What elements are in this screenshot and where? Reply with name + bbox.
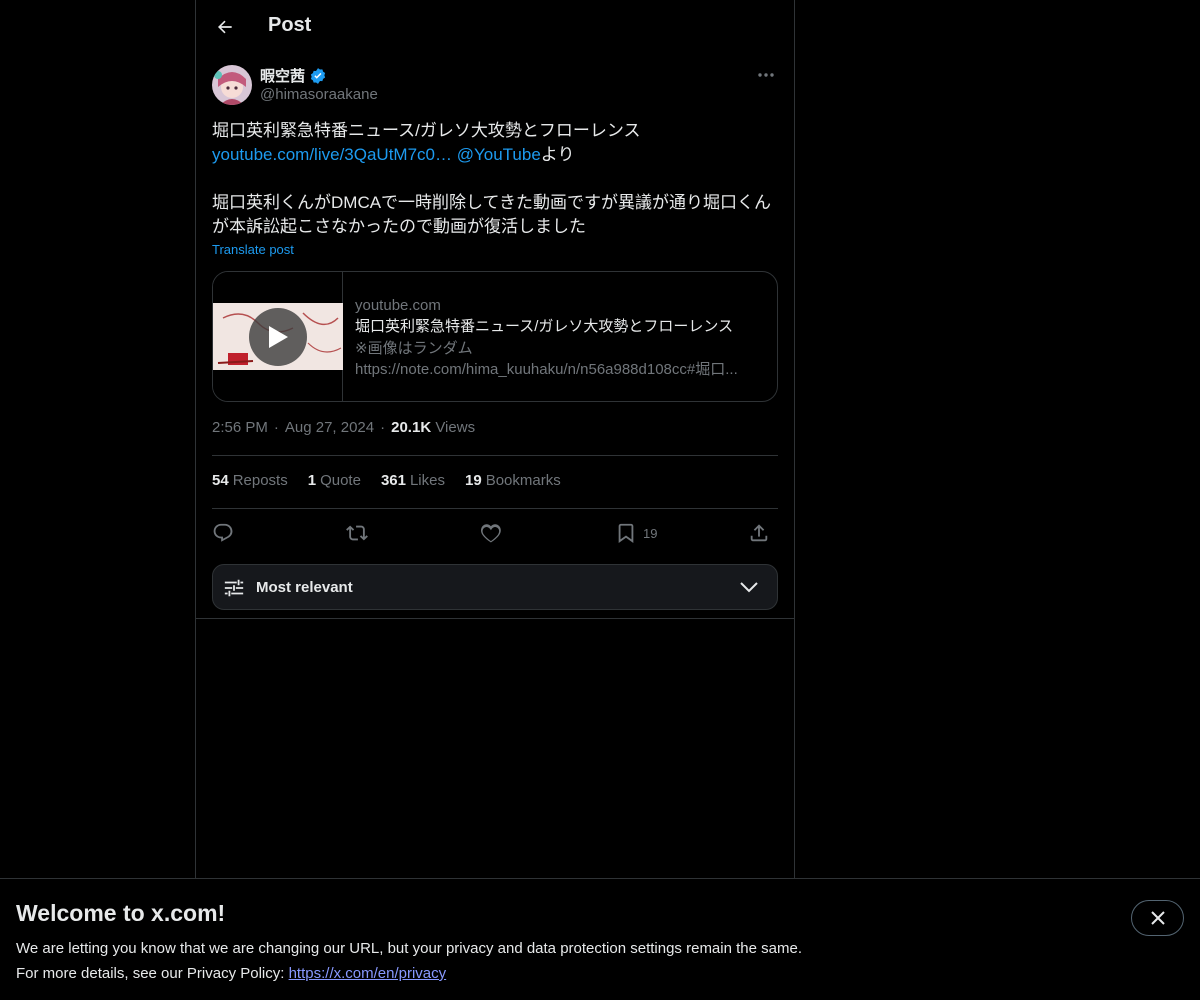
post-text-line: が本訴訟起こさなかったので動画が復活しました <box>212 217 586 236</box>
post-text-line: 堀口英利くんがDMCAで一時削除してきた動画ですが異議が通り堀口くん <box>212 193 772 212</box>
more-dots-icon <box>758 73 774 77</box>
card-info: youtube.com 堀口英利緊急特番ニュース/ガレソ大攻勢とフローレンス ※… <box>355 296 767 380</box>
bookmark-button[interactable]: 19 <box>615 520 657 546</box>
heart-icon <box>481 524 501 543</box>
reply-icon <box>213 523 233 542</box>
post-views: 20.1K Views <box>391 419 475 436</box>
avatar[interactable] <box>212 65 252 105</box>
meta-separator: · <box>380 419 386 436</box>
post-text-line: 堀口英利緊急特番ニュース/ガレソ大攻勢とフローレンス <box>212 121 641 140</box>
author-name[interactable]: 暇空茜 <box>260 65 327 86</box>
banner-text: We are letting you know that we are chan… <box>16 936 802 986</box>
bookmark-count: 19 <box>643 525 658 541</box>
banner-line: We are letting you know that we are chan… <box>16 940 802 957</box>
stat-likes[interactable]: 361 Likes <box>381 472 445 489</box>
stat-count: 361 <box>380 472 406 489</box>
divider <box>196 618 794 619</box>
divider <box>212 455 778 456</box>
stat-count: 54 <box>212 472 229 489</box>
views-label: Views <box>435 419 476 436</box>
share-button[interactable] <box>748 520 770 546</box>
views-count: 20.1K <box>391 419 432 436</box>
banner-line: For more details, see our Privacy Policy… <box>16 961 802 986</box>
close-icon <box>1150 911 1165 925</box>
privacy-policy-link[interactable]: https://x.com/en/privacy <box>289 965 447 982</box>
author-handle[interactable]: @himasoraakane <box>260 86 378 103</box>
card-domain: youtube.com <box>355 297 441 314</box>
youtube-mention-link[interactable]: @YouTube <box>457 145 541 164</box>
stat-label: Quote <box>320 472 361 489</box>
reply-button[interactable] <box>212 520 234 546</box>
sort-label: Most relevant <box>256 579 353 596</box>
stat-label: Likes <box>409 472 445 489</box>
post-stats: 54 Reposts 1 Quote 361 Likes 19 Bookmarks <box>212 472 561 489</box>
play-icon <box>269 326 288 348</box>
welcome-banner: Welcome to x.com! We are letting you kno… <box>0 878 1200 1000</box>
play-button[interactable] <box>249 308 307 366</box>
back-button[interactable] <box>208 10 242 44</box>
stat-count: 1 <box>307 472 317 489</box>
close-banner-button[interactable] <box>1131 900 1184 936</box>
arrow-left-icon <box>218 20 232 34</box>
share-icon <box>750 524 768 542</box>
card-title: 堀口英利緊急特番ニュース/ガレソ大攻勢とフローレンス <box>355 318 734 335</box>
stat-label: Bookmarks <box>485 472 561 489</box>
stat-label: Reposts <box>232 472 288 489</box>
post-date[interactable]: Aug 27, 2024 <box>285 419 374 436</box>
sliders-icon <box>224 579 244 597</box>
banner-title: Welcome to x.com! <box>16 900 226 926</box>
verified-badge-icon <box>310 67 326 84</box>
post-meta: 2:56 PM · Aug 27, 2024 · 20.1K Views <box>212 419 475 436</box>
page-title: Post <box>268 14 312 36</box>
author-name-text: 暇空茜 <box>260 68 306 85</box>
stat-quotes[interactable]: 1 Quote <box>308 472 361 489</box>
banner-line-prefix: For more details, see our Privacy Policy… <box>16 965 289 982</box>
meta-separator: · <box>273 419 279 436</box>
post-header: Post <box>196 0 794 54</box>
post-column: Post 暇空茜 @himasoraakane 堀口英利緊急特番ニュース/ガレソ… <box>195 0 795 878</box>
chevron-down-icon <box>740 582 758 593</box>
avatar-image <box>212 65 252 105</box>
like-button[interactable] <box>480 520 502 546</box>
post-link-line: youtube.com/live/3QaUtM7c0… @YouTubeより <box>212 143 778 167</box>
translate-post-link[interactable]: Translate post <box>212 242 294 257</box>
post-time[interactable]: 2:56 PM <box>212 419 268 436</box>
card-thumbnail <box>213 272 343 401</box>
link-preview-card[interactable]: youtube.com 堀口英利緊急特番ニュース/ガレソ大攻勢とフローレンス ※… <box>212 271 778 402</box>
reply-sort-dropdown[interactable]: Most relevant <box>212 564 778 610</box>
card-description: ※画像はランダム <box>355 340 473 357</box>
post-link-suffix: より <box>540 145 575 164</box>
repost-icon <box>346 525 368 541</box>
stat-reposts[interactable]: 54 Reposts <box>212 472 288 489</box>
card-description: https://note.com/hima_kuuhaku/n/n56a988d… <box>355 361 738 378</box>
stat-count: 19 <box>465 472 482 489</box>
divider <box>212 508 778 509</box>
stat-bookmarks[interactable]: 19 Bookmarks <box>465 472 561 489</box>
post-blank-line <box>212 167 778 191</box>
bookmark-icon <box>618 523 634 543</box>
post-actions: 19 <box>212 518 778 548</box>
youtube-link[interactable]: youtube.com/live/3QaUtM7c0… <box>212 145 452 164</box>
post-author: 暇空茜 @himasoraakane <box>212 65 778 109</box>
repost-button[interactable] <box>346 520 368 546</box>
post-text: 堀口英利緊急特番ニュース/ガレソ大攻勢とフローレンス youtube.com/l… <box>212 119 778 239</box>
more-options-button[interactable] <box>754 65 778 85</box>
